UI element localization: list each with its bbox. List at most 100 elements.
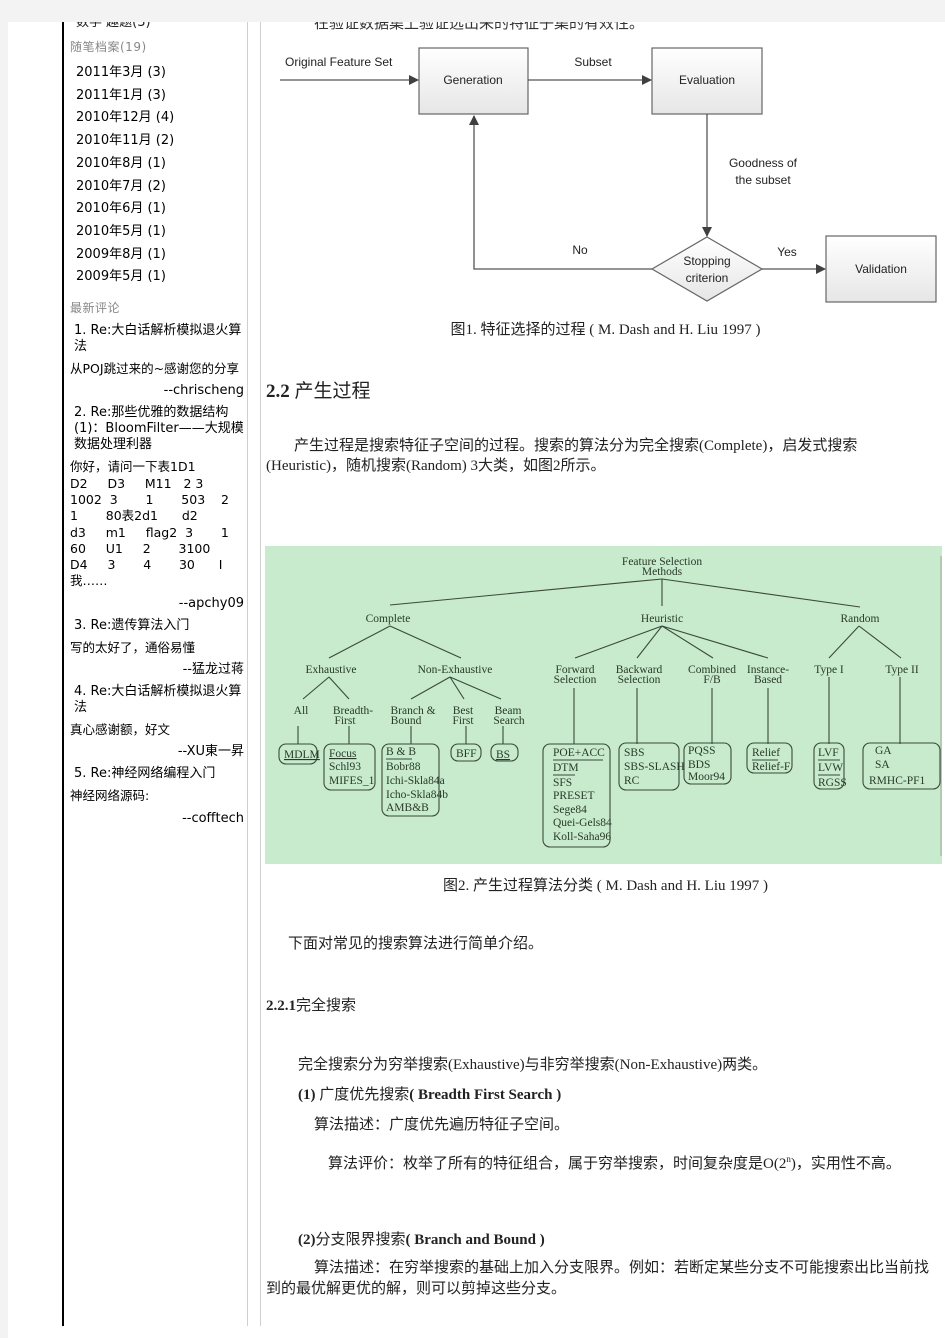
- leaf-item: Ichi-Skla84a: [386, 775, 445, 787]
- leaf-item: Bobr88: [386, 761, 421, 773]
- article-body: 在验证数据集上验证选出来的特征子集的有效性。 Original Feature …: [265, 0, 945, 1338]
- comment-item: 3. Re:遗传算法入门 写的太好了，通俗易懂 --猛龙过蒋: [70, 618, 244, 678]
- section-number: 2.2: [266, 381, 290, 402]
- comment-body-text: 你好，请问一下表1D1 D2 D3 M11 2 3 1002 3 1 503 2…: [70, 459, 229, 589]
- yes-label: Yes: [777, 245, 797, 259]
- comment-title-link[interactable]: 2. Re:那些优雅的数据结构(1)：BloomFilter——大规模数据处理利…: [70, 405, 244, 453]
- comment-title-link[interactable]: 1. Re:大白话解析模拟退火算法: [70, 323, 244, 355]
- leaf-item: Quei-Gels84: [553, 817, 612, 829]
- heading-number: (1): [298, 1087, 316, 1103]
- leaf-item: SA: [875, 759, 890, 771]
- comment-author: --chrischeng: [163, 383, 244, 399]
- leaf-item: LVF: [818, 747, 839, 759]
- archive-link[interactable]: 2010年5月 (1): [70, 221, 244, 244]
- node-instance-line2: Based: [754, 674, 782, 686]
- paragraph-bfs-description: 算法描述：广度优先遍历特征子空间。: [314, 1117, 570, 1133]
- no-label: No: [572, 243, 588, 257]
- node-all: All: [294, 705, 309, 717]
- leaf-item: DTM: [553, 762, 579, 774]
- heading-cn: 广度优先搜索: [315, 1087, 410, 1103]
- archive-link[interactable]: 2010年8月 (1): [70, 153, 244, 176]
- leaf-item: BS: [496, 749, 510, 761]
- recent-comments: 1. Re:大白话解析模拟退火算法 从POJ跳过来的~感谢您的分享 --chri…: [70, 323, 244, 827]
- heading-branch-and-bound: (2)分支限界搜索( Branch and Bound ): [298, 1228, 545, 1249]
- comment-title-link[interactable]: 3. Re:遗传算法入门: [70, 618, 244, 634]
- archive-link[interactable]: 2010年11月 (2): [70, 130, 244, 153]
- archive-link[interactable]: 2010年7月 (2): [70, 176, 244, 199]
- node-bb-line2: Bound: [391, 715, 422, 727]
- comment-body: 从POJ跳过来的~感谢您的分享: [70, 361, 240, 377]
- archive-list: 2011年3月 (3) 2011年1月 (3) 2010年12月 (4) 201…: [70, 62, 244, 289]
- section-heading-2-2: 2.2 产生过程: [266, 376, 371, 403]
- original-feature-set-label: Original Feature Set: [285, 55, 393, 69]
- node-breadth-line2: First: [334, 715, 356, 727]
- archive-link[interactable]: 2011年1月 (3): [70, 85, 244, 108]
- heading-cn: 分支限界搜索: [315, 1232, 406, 1248]
- node-forward-line2: Selection: [554, 674, 597, 686]
- archive-heading: 随笔档案(19): [70, 40, 147, 54]
- figure-2-caption: 图2. 产生过程算法分类 ( M. Dash and H. Liu 1997 ): [443, 878, 768, 894]
- heading-en: ( Branch and Bound ): [405, 1232, 545, 1248]
- recent-comments-heading: 最新评论: [70, 301, 121, 316]
- section-heading-2-2-1: 2.2.1完全搜索: [266, 994, 356, 1015]
- validation-label: Validation: [855, 262, 907, 276]
- leaf-item: BDS: [688, 759, 710, 771]
- comment-item: 2. Re:那些优雅的数据结构(1)：BloomFilter——大规模数据处理利…: [70, 405, 244, 611]
- generation-label: Generation: [443, 73, 502, 87]
- archive-link[interactable]: 2009年5月 (1): [70, 266, 244, 289]
- leaf-item: PRESET: [553, 790, 595, 802]
- leaf-item: MDLM: [284, 749, 320, 761]
- leaf-item: Moor94: [688, 771, 725, 783]
- node-beam-line2: Search: [493, 715, 525, 727]
- tree-edges: [297, 578, 902, 744]
- node-best-line2: First: [452, 715, 474, 727]
- comment-author: --猛龙过蒋: [182, 662, 244, 677]
- comment-author: --XU東一昇: [177, 744, 244, 760]
- leaf-item: Koll-Saha96: [553, 831, 611, 843]
- browser-top-bar: [0, 0, 945, 22]
- heading-en: ( Breadth First Search ): [409, 1087, 562, 1103]
- no-loop-arrow: [469, 115, 652, 270]
- leaf-item: B & B: [386, 746, 416, 758]
- comment-item: 1. Re:大白话解析模拟退火算法 从POJ跳过来的~感谢您的分享 --chri…: [70, 323, 244, 399]
- goodness-label-line2: the subset: [735, 173, 791, 187]
- section-title: 完全搜索: [296, 998, 357, 1014]
- subset-label: Subset: [574, 55, 612, 69]
- node-type-i: Type I: [814, 664, 844, 676]
- leaf-item: Relief: [752, 747, 780, 759]
- leaf-item: SFS: [553, 777, 572, 789]
- node-combined-line2: F/B: [703, 674, 721, 686]
- left-gutter: [0, 22, 8, 1338]
- leaf-item: AMB&B: [386, 802, 429, 814]
- leaf-item: PQSS: [688, 745, 716, 757]
- comment-item: 5. Re:神经网络编程入门 神经网络源码: --cofftech: [70, 766, 244, 826]
- section-number: 2.2.1: [266, 998, 296, 1014]
- comment-body: 写的太好了，通俗易懂: [70, 639, 196, 655]
- figure-2-taxonomy: Feature Selection Methods Complete Heuri…: [265, 546, 942, 864]
- node-complete: Complete: [366, 613, 411, 625]
- leaf-item: RC: [624, 775, 640, 787]
- leaf-item: Relief-F: [752, 761, 790, 773]
- leaf-item: Schl93: [329, 761, 361, 773]
- root-label-line2: Methods: [642, 566, 683, 578]
- heading-breadth-first-search: (1) 广度优先搜索( Breadth First Search ): [298, 1083, 561, 1104]
- node-type-ii: Type II: [885, 664, 919, 676]
- node-random: Random: [841, 613, 880, 625]
- eval-text-post: )，实用性不高。: [790, 1156, 901, 1172]
- archive-link[interactable]: 2010年12月 (4): [70, 107, 244, 130]
- comment-author: --cofftech: [182, 810, 244, 826]
- blog-sidebar: 数学·趣题(3) 随笔档案(19) 2011年3月 (3) 2011年1月 (3…: [62, 0, 248, 1326]
- taxonomy-svg: Feature Selection Methods Complete Heuri…: [278, 556, 942, 856]
- comment-title-link[interactable]: 4. Re:大白话解析模拟退火算法: [70, 684, 244, 716]
- node-exhaustive: Exhaustive: [305, 664, 356, 676]
- paragraph-bfs-evaluation: 算法评价：枚举了所有的特征组合，属于穷举搜索，时间复杂度是O(2n)，实用性不高…: [266, 1149, 926, 1174]
- leaf-item: LVW: [818, 762, 843, 774]
- leaf-item: Sege84: [553, 804, 587, 816]
- node-non-exhaustive: Non-Exhaustive: [418, 664, 493, 676]
- flowchart-svg: Original Feature Set Generation Subset E…: [280, 47, 937, 303]
- comment-title-link[interactable]: 5. Re:神经网络编程入门: [70, 766, 244, 782]
- content-divider: [260, 22, 261, 1326]
- archive-link[interactable]: 2009年8月 (1): [70, 244, 244, 267]
- archive-link[interactable]: 2010年6月 (1): [70, 198, 244, 221]
- archive-link[interactable]: 2011年3月 (3): [70, 62, 244, 85]
